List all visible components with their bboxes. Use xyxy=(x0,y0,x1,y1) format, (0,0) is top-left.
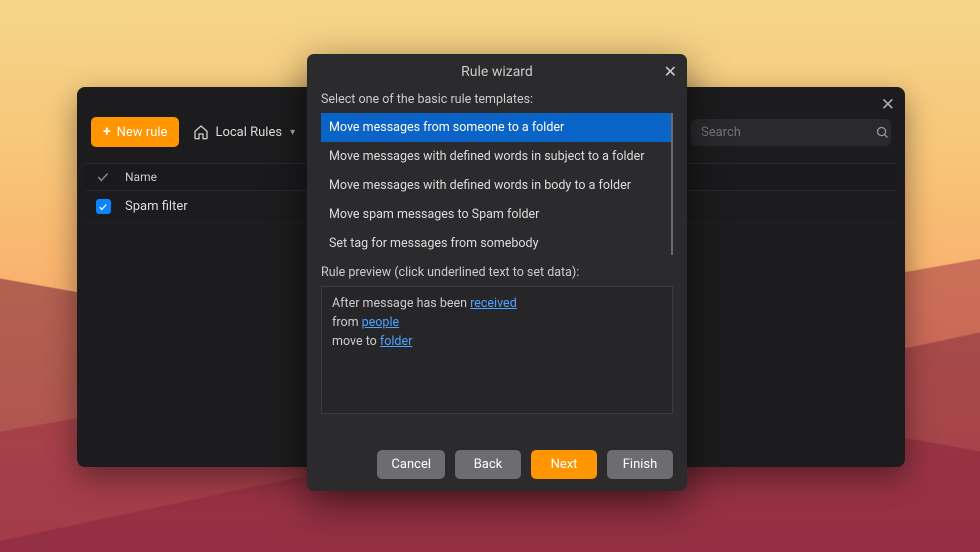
wizard-title-bar: Rule wizard ✕ xyxy=(307,54,687,88)
template-item[interactable]: Move messages with defined words in body… xyxy=(321,171,671,200)
template-item[interactable]: Move messages with defined words in subj… xyxy=(321,142,671,171)
new-rule-label: New rule xyxy=(117,125,168,140)
rule-preview-box: After message has been received from peo… xyxy=(321,286,673,414)
next-button[interactable]: Next xyxy=(531,450,597,479)
preview-link-folder[interactable]: folder xyxy=(380,334,412,349)
search-input[interactable] xyxy=(701,125,867,140)
preview-section-label: Rule preview (click underlined text to s… xyxy=(321,265,673,280)
template-item[interactable]: Move messages from someone to a folder xyxy=(321,113,671,142)
rule-wizard-dialog: Rule wizard ✕ Select one of the basic ru… xyxy=(307,54,687,491)
preview-link-people[interactable]: people xyxy=(362,315,399,330)
plus-icon: + xyxy=(103,124,111,140)
template-item[interactable]: Set tag for messages from somebody xyxy=(321,229,671,258)
new-rule-button[interactable]: + New rule xyxy=(91,117,179,147)
search-icon xyxy=(875,125,890,140)
chevron-down-icon: ▾ xyxy=(290,127,295,138)
close-icon[interactable]: ✕ xyxy=(664,62,677,81)
column-header-checked[interactable] xyxy=(85,164,121,190)
home-icon xyxy=(193,124,209,140)
finish-button[interactable]: Finish xyxy=(607,450,673,479)
template-list: Move messages from someone to a folder M… xyxy=(321,113,673,255)
template-section-label: Select one of the basic rule templates: xyxy=(321,92,673,107)
close-icon[interactable]: ✕ xyxy=(881,95,895,115)
cancel-button[interactable]: Cancel xyxy=(377,450,445,479)
template-item[interactable]: Move spam messages to Spam folder xyxy=(321,200,671,229)
back-button[interactable]: Back xyxy=(455,450,521,479)
wizard-title: Rule wizard xyxy=(461,64,533,80)
preview-link-received[interactable]: received xyxy=(470,296,517,311)
local-rules-label: Local Rules xyxy=(215,125,282,140)
local-rules-dropdown[interactable]: Local Rules ▾ xyxy=(193,124,295,140)
checkbox[interactable] xyxy=(96,199,111,214)
wizard-footer: Cancel Back Next Finish xyxy=(307,438,687,491)
search-field[interactable] xyxy=(691,119,891,146)
row-checkbox-cell xyxy=(85,193,121,220)
